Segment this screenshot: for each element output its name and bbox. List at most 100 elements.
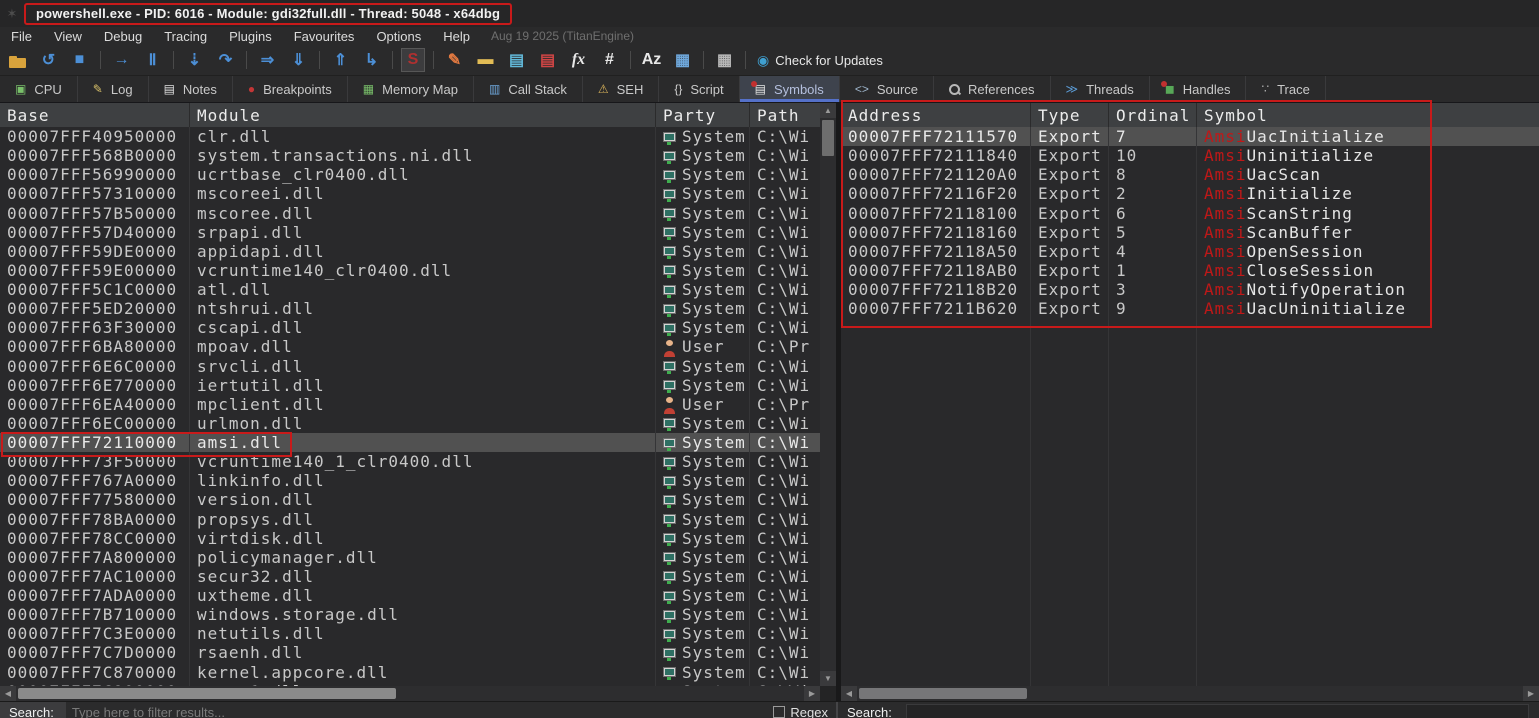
module-row[interactable]: 00007FFF72110000 amsi.dll System C:\Wi (0, 433, 820, 452)
label-icon[interactable]: ▤ (501, 48, 532, 72)
module-row[interactable]: 00007FFF7C3E0000 netutils.dll System C:\… (0, 624, 820, 643)
symbol-row[interactable]: 00007FFF72118100 Export 6 AmsiScanString (841, 204, 1539, 223)
module-row[interactable]: 00007FFF6E6C0000 srvcli.dll System C:\Wi (0, 357, 820, 376)
module-row[interactable]: 00007FFF5ED20000 ntshrui.dll System C:\W… (0, 299, 820, 318)
assemble-pencil-icon[interactable]: ✎ (439, 48, 470, 72)
bookmark-icon[interactable]: ▤ (532, 48, 563, 72)
calculator-icon[interactable]: ▦ (709, 48, 740, 72)
module-row[interactable]: 00007FFF78CC0000 virtdisk.dll System C:\… (0, 529, 820, 548)
toolbar-separator[interactable] (433, 51, 434, 69)
symbol-row[interactable]: 00007FFF721120A0 Export 8 AmsiUacScan (841, 165, 1539, 184)
module-row[interactable]: 00007FFF56990000 ucrtbase_clr0400.dll Sy… (0, 165, 820, 184)
module-row[interactable]: 00007FFF5C1C0000 atl.dll System C:\Wi (0, 280, 820, 299)
symbol-row[interactable]: 00007FFF72111840 Export 10 AmsiUninitial… (841, 146, 1539, 165)
symbols-horizontal-scrollbar[interactable]: ◀ ▶ (841, 686, 1539, 701)
toolbar-separator[interactable] (173, 51, 174, 69)
tab-trace[interactable]: ∵ Trace (1246, 76, 1325, 102)
module-row[interactable]: 00007FFF57310000 mscoreei.dll System C:\… (0, 184, 820, 203)
function-icon[interactable]: fx (563, 48, 594, 72)
menu-item[interactable]: Plugins (218, 29, 283, 44)
module-row[interactable]: 00007FFF767A0000 linkinfo.dll System C:\… (0, 471, 820, 490)
tab-handles[interactable]: ◼ Handles (1150, 76, 1247, 102)
symbol-row[interactable]: 00007FFF72118B20 Export 3 AmsiNotifyOper… (841, 280, 1539, 299)
tab-symbols[interactable]: ▤ Symbols (740, 76, 840, 102)
toolbar-separator[interactable] (630, 51, 631, 69)
scrollbar-thumb[interactable] (822, 120, 834, 156)
module-row[interactable]: 00007FFF7C7D0000 rsaenh.dll System C:\Wi (0, 643, 820, 662)
symbol-row[interactable]: 00007FFF7211B620 Export 9 AmsiUacUniniti… (841, 299, 1539, 318)
module-row[interactable]: 00007FFF7ADA0000 uxtheme.dll System C:\W… (0, 586, 820, 605)
menu-item[interactable]: View (43, 29, 93, 44)
run-icon[interactable]: → (106, 48, 137, 72)
toolbar-separator[interactable] (246, 51, 247, 69)
regex-checkbox[interactable] (773, 706, 785, 718)
column-header-type[interactable]: Type (1031, 103, 1109, 127)
symbol-row[interactable]: 00007FFF72111570 Export 7 AmsiUacInitial… (841, 127, 1539, 146)
module-row[interactable]: 00007FFF59DE0000 appidapi.dll System C:\… (0, 242, 820, 261)
symbol-row[interactable]: 00007FFF72118AB0 Export 1 AmsiCloseSessi… (841, 261, 1539, 280)
case-icon[interactable]: Az (636, 48, 667, 72)
symbols-search-input[interactable] (906, 704, 1529, 718)
stop-icon[interactable]: ■ (64, 48, 95, 72)
modules-vertical-scrollbar[interactable]: ▲ ▼ (820, 103, 836, 686)
toolbar-separator[interactable] (703, 51, 704, 69)
module-row[interactable]: 00007FFF78BA0000 propsys.dll System C:\W… (0, 510, 820, 529)
module-row[interactable]: 00007FFF73F50000 vcruntime140_1_clr0400.… (0, 452, 820, 471)
scroll-up-arrow-icon[interactable]: ▲ (820, 103, 836, 118)
symbol-row[interactable]: 00007FFF72116F20 Export 2 AmsiInitialize (841, 184, 1539, 203)
scroll-left-arrow-icon[interactable]: ◀ (841, 686, 857, 701)
tab-seh[interactable]: ⚠ SEH (583, 76, 660, 102)
modules-horizontal-scrollbar[interactable]: ◀ ▶ (0, 686, 820, 701)
module-row[interactable]: 00007FFF7AC10000 secur32.dll System C:\W… (0, 567, 820, 586)
tab-threads[interactable]: ≫ Threads (1051, 76, 1150, 102)
symbol-row[interactable]: 00007FFF72118A50 Export 4 AmsiOpenSessio… (841, 242, 1539, 261)
check-for-updates-button[interactable]: ◉ Check for Updates (757, 52, 883, 69)
column-header-symbol[interactable]: Symbol (1197, 103, 1539, 127)
scroll-left-arrow-icon[interactable]: ◀ (0, 686, 16, 701)
module-row[interactable]: 00007FFF59E00000 vcruntime140_clr0400.dl… (0, 261, 820, 280)
module-row[interactable]: 00007FFF63F30000 cscapi.dll System C:\Wi (0, 318, 820, 337)
menu-item[interactable]: Options (365, 29, 432, 44)
step-over-icon[interactable]: ↷ (210, 48, 241, 72)
module-row[interactable]: 00007FFF40950000 clr.dll System C:\Wi (0, 127, 820, 146)
module-row[interactable]: 00007FFF568B0000 system.transactions.ni.… (0, 146, 820, 165)
module-row[interactable]: 00007FFF7A800000 policymanager.dll Syste… (0, 548, 820, 567)
column-header-address[interactable]: Address (841, 103, 1031, 127)
menu-item[interactable]: File (0, 29, 43, 44)
comment-icon[interactable]: ▬ (470, 48, 501, 72)
module-row[interactable]: 00007FFF6EA40000 mpclient.dll User C:\Pr (0, 395, 820, 414)
tab-script[interactable]: {} Script (659, 76, 739, 102)
open-file-icon[interactable] (2, 48, 33, 72)
menu-item[interactable]: Debug (93, 29, 153, 44)
tab-references[interactable]: References (934, 76, 1050, 102)
toolbar-separator[interactable] (745, 51, 746, 69)
modules-search-input[interactable] (66, 702, 366, 718)
restart-icon[interactable]: ↺ (33, 48, 64, 72)
tab-notes[interactable]: ▤ Notes (149, 76, 233, 102)
module-row[interactable]: 00007FFF57D40000 srpapi.dll System C:\Wi (0, 223, 820, 242)
trace-into-icon[interactable]: ⇒ (252, 48, 283, 72)
scrollbar-thumb[interactable] (859, 688, 1027, 699)
tab-memory-map[interactable]: ▦ Memory Map (348, 76, 474, 102)
execute-till-return-icon[interactable]: ⇑ (325, 48, 356, 72)
module-row[interactable]: 00007FFF6BA80000 mpoav.dll User C:\Pr (0, 337, 820, 356)
step-into-icon[interactable]: ⇣ (179, 48, 210, 72)
toolbar-separator[interactable] (100, 51, 101, 69)
column-header-ordinal[interactable]: Ordinal (1109, 103, 1197, 127)
menu-item[interactable]: Help (432, 29, 481, 44)
menu-item[interactable]: Tracing (153, 29, 218, 44)
scroll-right-arrow-icon[interactable]: ▶ (804, 686, 820, 701)
symbol-row[interactable]: 00007FFF72118160 Export 5 AmsiScanBuffer (841, 223, 1539, 242)
scroll-right-arrow-icon[interactable]: ▶ (1523, 686, 1539, 701)
hash-icon[interactable]: # (594, 48, 625, 72)
trace-over-icon[interactable]: ⇓ (283, 48, 314, 72)
module-row[interactable]: 00007FFF57B50000 mscoree.dll System C:\W… (0, 204, 820, 223)
module-row[interactable]: 00007FFF77580000 version.dll System C:\W… (0, 490, 820, 509)
module-row[interactable]: 00007FFF7B710000 windows.storage.dll Sys… (0, 605, 820, 624)
run-to-user-code-icon[interactable]: ↳ (356, 48, 387, 72)
scrollbar-thumb[interactable] (18, 688, 396, 699)
column-header-path[interactable]: Path (750, 103, 820, 127)
tab-call-stack[interactable]: ▥ Call Stack (474, 76, 583, 102)
scroll-down-arrow-icon[interactable]: ▼ (820, 671, 836, 686)
tab-cpu[interactable]: ▣ CPU (0, 76, 78, 102)
